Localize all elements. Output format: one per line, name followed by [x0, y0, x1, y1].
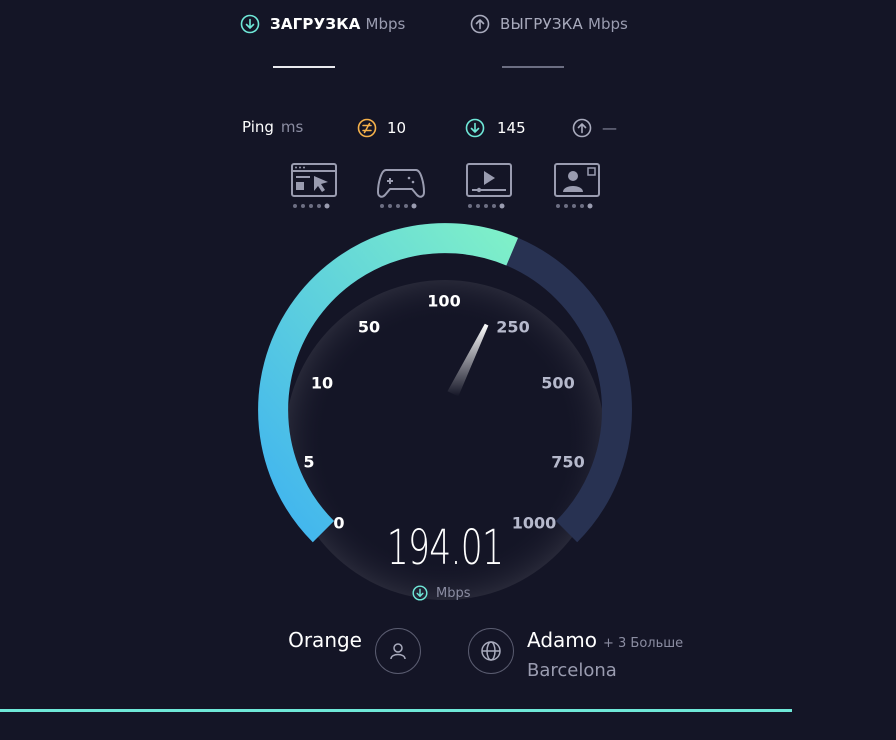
provider-avatar[interactable] [375, 628, 421, 674]
user-icon [390, 643, 406, 660]
gauge-tick-50: 50 [357, 317, 381, 337]
server-info[interactable]: Adamo + 3 Больше Barcelona [527, 628, 683, 681]
gauge-tick-10: 10 [310, 373, 334, 393]
server-globe[interactable] [468, 628, 514, 674]
gauge-tick-1000: 1000 [511, 513, 557, 533]
server-name: Adamo [527, 628, 597, 652]
test-progress-bar [0, 709, 792, 712]
speed-unit: Mbps [436, 585, 471, 601]
speed-gauge [258, 223, 632, 600]
server-more-link[interactable]: + 3 Больше [603, 636, 683, 651]
speed-unit-row: Mbps [412, 585, 471, 601]
gauge-tick-0: 0 [333, 513, 345, 533]
download-arrow-icon [412, 585, 428, 601]
gauge-tick-100: 100 [427, 291, 461, 311]
gauge-tick-500: 500 [541, 373, 575, 393]
globe-icon [481, 641, 501, 661]
server-city: Barcelona [527, 660, 617, 681]
speed-value: 194.01 [386, 520, 504, 576]
provider-name: Orange [288, 628, 362, 652]
gauge-tick-750: 750 [551, 452, 585, 472]
gauge-tick-250: 250 [496, 317, 530, 337]
gauge-tick-5: 5 [303, 452, 315, 472]
